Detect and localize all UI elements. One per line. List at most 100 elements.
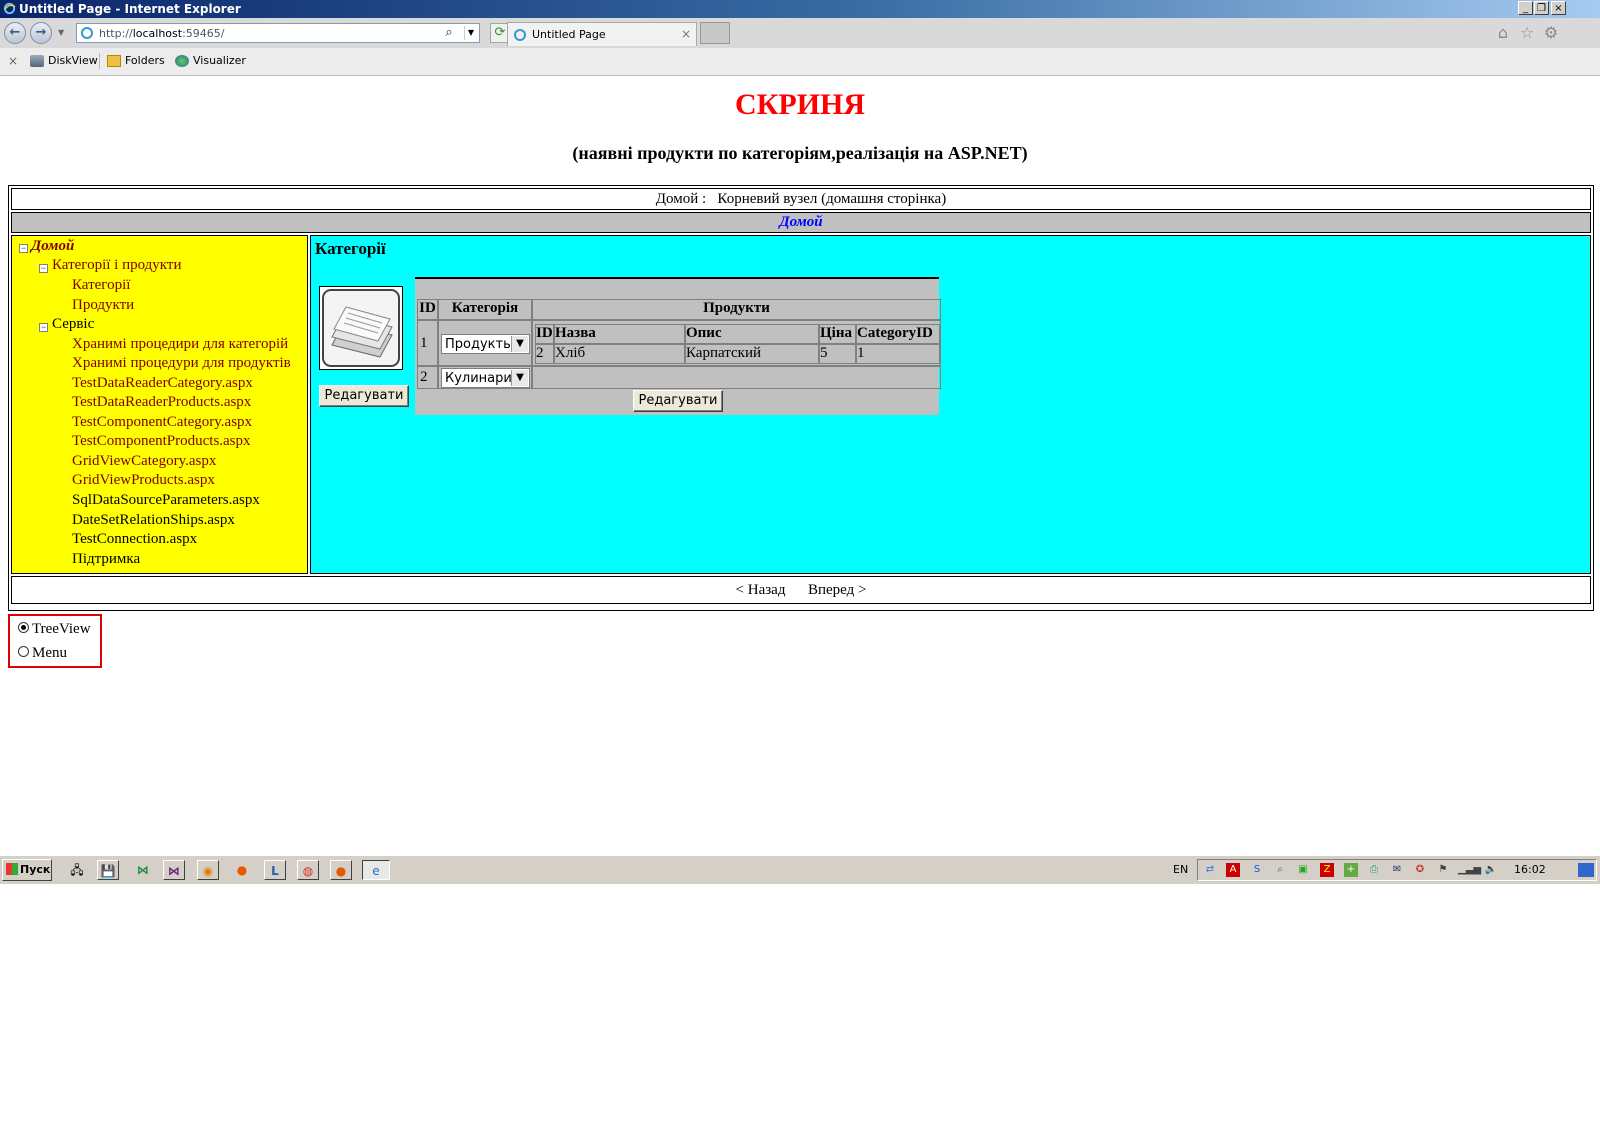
- show-desktop-icon[interactable]: [1578, 863, 1594, 877]
- products-header-categoryid: CategoryID: [856, 324, 940, 344]
- language-indicator[interactable]: EN: [1173, 863, 1188, 876]
- view-mode-selector: TreeView Menu: [8, 614, 102, 668]
- start-button[interactable]: Пуск: [2, 859, 52, 881]
- tree-node-stored-proc-products[interactable]: Хранимі процедури для продуктів: [72, 355, 291, 372]
- address-bar[interactable]: http://localhost:59465/ ⌕ ▼: [76, 23, 480, 43]
- taskbar-app-ie-icon[interactable]: e: [362, 860, 390, 880]
- radio-treeview[interactable]: TreeView: [18, 621, 91, 638]
- tray-filezilla-icon[interactable]: Z: [1320, 863, 1334, 877]
- history-dropdown-icon[interactable]: ▼: [58, 28, 64, 37]
- collapse-group1-icon[interactable]: −: [39, 264, 48, 273]
- favorites-star-icon[interactable]: ☆: [1518, 24, 1536, 42]
- forward-button[interactable]: →: [30, 22, 52, 44]
- layout-table: Домой : Корневий вузел (домашня сторінка…: [8, 185, 1594, 611]
- taskbar: Пуск 🖧 💾 ⋈ ⋈ ◉ ● L ◍ ● e EN ⇄ A S ⌕ ▣ Z …: [0, 855, 1600, 884]
- address-dropdown-icon[interactable]: ▼: [464, 26, 477, 40]
- content-heading: Категорії: [315, 239, 386, 258]
- products-header-id: ID: [535, 324, 554, 344]
- tree-node-testconnection[interactable]: TestConnection.aspx: [72, 531, 197, 548]
- tab-title: Untitled Page: [532, 28, 606, 41]
- favorite-diskview[interactable]: DiskView: [30, 54, 98, 67]
- taskbar-app-network-icon[interactable]: 🖧: [66, 860, 88, 880]
- favorite-folders[interactable]: Folders: [107, 54, 165, 67]
- grid-edit-button[interactable]: Редагувати: [633, 390, 723, 412]
- tray-skype-icon[interactable]: S: [1250, 863, 1264, 877]
- prev-next-links[interactable]: < Назад Вперед >: [736, 582, 867, 598]
- tree-node-categories-products[interactable]: Категорії і продукти: [52, 257, 181, 274]
- content-area: Категорії Редагувати ID Категорія Продук…: [310, 235, 1591, 574]
- tab-close-icon[interactable]: ×: [681, 27, 691, 41]
- tree-node-sqldatasourceparameters[interactable]: SqlDataSourceParameters.aspx: [72, 492, 260, 509]
- category-select-2[interactable]: Кулинария ▼: [441, 368, 530, 388]
- radio-unselected-icon[interactable]: [18, 646, 29, 657]
- home-icon[interactable]: ⌂: [1494, 24, 1512, 42]
- taskbar-app-save-icon[interactable]: 💾: [97, 860, 119, 880]
- clock[interactable]: 16:02: [1514, 863, 1546, 876]
- radio-selected-icon[interactable]: [18, 622, 29, 633]
- tray-signal-icon[interactable]: ▁▃▅: [1458, 863, 1481, 877]
- tab-page-icon: [514, 29, 526, 41]
- tray-a-icon[interactable]: A: [1226, 863, 1240, 877]
- collapse-group2-icon[interactable]: −: [39, 323, 48, 332]
- tree-node-testcomponentproducts[interactable]: TestComponentProducts.aspx: [72, 433, 251, 450]
- chevron-down-icon: ▼: [511, 336, 528, 352]
- search-icon[interactable]: ⌕: [441, 25, 457, 41]
- tree-node-service[interactable]: Сервіс: [52, 316, 94, 333]
- page-icon: [81, 27, 93, 39]
- taskbar-app-firefox2-icon[interactable]: ●: [330, 860, 352, 880]
- radio-menu[interactable]: Menu: [18, 645, 67, 662]
- tray-shield-icon[interactable]: ✪: [1413, 863, 1427, 877]
- menu-item-home[interactable]: Домой: [779, 214, 822, 230]
- tray-printer-icon[interactable]: ⎙: [1367, 863, 1381, 877]
- collapse-root-icon[interactable]: −: [19, 244, 28, 253]
- taskbar-app-l-icon[interactable]: L: [264, 860, 286, 880]
- taskbar-app-chrome-icon[interactable]: ◍: [297, 860, 319, 880]
- tree-node-support[interactable]: Підтримка: [72, 551, 140, 568]
- favorites-bar: × DiskView Folders Visualizer: [0, 48, 1600, 76]
- tree-node-root[interactable]: Домой: [31, 238, 74, 255]
- grid-header-id: ID: [417, 299, 438, 320]
- tray-mail-icon[interactable]: ✉: [1390, 863, 1404, 877]
- back-button[interactable]: ←: [4, 22, 26, 44]
- gear-icon[interactable]: ⚙: [1542, 24, 1560, 42]
- tree-node-categories[interactable]: Категорії: [72, 277, 130, 294]
- tree-node-testcomponentcategory[interactable]: TestComponentCategory.aspx: [72, 414, 252, 431]
- taskbar-app-vs-purple-icon[interactable]: ⋈: [163, 860, 185, 880]
- tray-flag-icon[interactable]: ⚑: [1436, 863, 1450, 877]
- tree-view: − Домой − Категорії і продукти Категорії…: [11, 235, 308, 574]
- products-cell-price: 5: [819, 344, 856, 364]
- favorites-bar-close-icon[interactable]: ×: [8, 54, 18, 68]
- footer-navigation: < Назад Вперед >: [11, 576, 1591, 604]
- taskbar-app-vs-green-icon[interactable]: ⋈: [132, 860, 154, 880]
- tree-node-products[interactable]: Продукти: [72, 297, 134, 314]
- tray-volume-icon[interactable]: 🔈: [1484, 863, 1498, 877]
- taskbar-app-orange-icon[interactable]: ◉: [197, 860, 219, 880]
- taskbar-app-firefox-icon[interactable]: ●: [231, 860, 253, 880]
- category-select-1[interactable]: Продукты ▼: [441, 334, 530, 354]
- edit-button[interactable]: Редагувати: [319, 385, 409, 407]
- grid-cell-category-1: Продукты ▼: [438, 320, 532, 366]
- categories-grid: ID Категорія Продукти 1 Продукты ▼ ID На…: [415, 277, 941, 415]
- tray-network-icon[interactable]: ⇄: [1203, 863, 1217, 877]
- tray-search-icon[interactable]: ⌕: [1273, 863, 1287, 877]
- tray-plus-icon[interactable]: +: [1344, 863, 1358, 877]
- close-window-button[interactable]: ×: [1551, 1, 1566, 15]
- tree-node-testdatareadercategory[interactable]: TestDataReaderCategory.aspx: [72, 375, 253, 392]
- tray-green-icon[interactable]: ▣: [1296, 863, 1310, 877]
- browser-nav-bar: ← → ▼ http://localhost:59465/ ⌕ ▼ ⟳ Unti…: [0, 18, 1600, 48]
- minimize-button[interactable]: _: [1518, 1, 1533, 15]
- tree-node-testdatareaderproducts[interactable]: TestDataReaderProducts.aspx: [72, 394, 251, 411]
- tree-node-stored-proc-categories[interactable]: Хранимі процедири для категорій: [72, 336, 288, 353]
- browser-tab[interactable]: Untitled Page ×: [507, 22, 697, 46]
- tree-node-datesetrelationships[interactable]: DateSetRelationShips.aspx: [72, 512, 235, 529]
- products-header-name: Назва: [554, 324, 685, 344]
- windows-flag-icon: [6, 863, 18, 875]
- new-tab-button[interactable]: [700, 22, 730, 44]
- favorite-visualizer[interactable]: Visualizer: [175, 54, 246, 67]
- tree-node-gridviewproducts[interactable]: GridViewProducts.aspx: [72, 472, 215, 489]
- diskview-icon: [30, 55, 44, 67]
- url-text[interactable]: http://localhost:59465/: [99, 27, 225, 40]
- chevron-down-icon: ▼: [511, 370, 528, 386]
- restore-button[interactable]: ❐: [1534, 1, 1549, 15]
- tree-node-gridviewcategory[interactable]: GridViewCategory.aspx: [72, 453, 216, 470]
